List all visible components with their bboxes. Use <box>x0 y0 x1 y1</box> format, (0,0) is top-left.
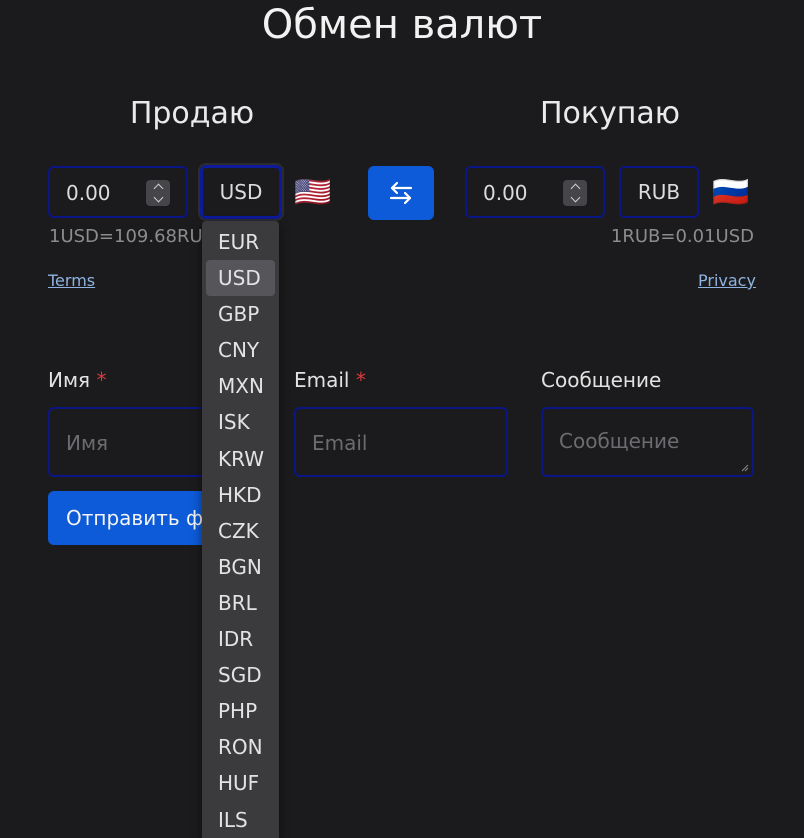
buy-rate: 1RUB=0.01USD <box>610 226 754 247</box>
chevron-down-icon[interactable] <box>570 192 580 203</box>
message-label: Сообщение <box>541 368 662 392</box>
buy-amount-input[interactable]: 0.00 <box>465 166 605 218</box>
page-title: Обмен валют <box>261 2 543 48</box>
currency-option-ils[interactable]: ILS <box>206 802 275 838</box>
message-textarea[interactable]: Сообщение <box>541 407 754 477</box>
email-label-text: Email <box>294 368 350 392</box>
us-flag-icon: 🇺🇸 <box>294 175 332 210</box>
name-label: Имя * <box>48 368 106 392</box>
sell-heading: Продаю <box>129 96 255 131</box>
sell-amount-spinner[interactable] <box>146 180 170 206</box>
currency-option-czk[interactable]: CZK <box>206 513 275 549</box>
privacy-link[interactable]: Privacy <box>698 271 756 290</box>
ru-flag-icon: 🇷🇺 <box>712 175 750 210</box>
currency-option-php[interactable]: PHP <box>206 693 275 729</box>
currency-option-eur[interactable]: EUR <box>206 224 275 260</box>
currency-option-sgd[interactable]: SGD <box>206 657 275 693</box>
email-label: Email * <box>294 368 366 392</box>
currency-option-brl[interactable]: BRL <box>206 585 275 621</box>
sell-currency-select[interactable]: USD <box>198 163 284 221</box>
currency-option-idr[interactable]: IDR <box>206 621 275 657</box>
buy-heading: Покупаю <box>539 96 681 131</box>
currency-option-ron[interactable]: RON <box>206 729 275 765</box>
chevron-down-icon[interactable] <box>153 192 163 203</box>
currency-option-hkd[interactable]: HKD <box>206 477 275 513</box>
buy-currency-select[interactable]: RUB <box>619 166 699 218</box>
currency-dropdown-list[interactable]: EUR USD GBP CNY MXN ISK KRW HKD CZK BGN BRL IDR SGD P… <box>202 221 279 838</box>
email-placeholder: Email <box>312 431 368 455</box>
currency-option-gbp[interactable]: GBP <box>206 296 275 332</box>
currency-option-bgn[interactable]: BGN <box>206 549 275 585</box>
resize-handle-icon[interactable] <box>739 462 749 472</box>
swap-currencies-button[interactable] <box>368 166 434 220</box>
required-marker: * <box>96 368 107 392</box>
currency-option-mxn[interactable]: MXN <box>206 368 275 404</box>
email-field[interactable]: Email <box>294 407 508 477</box>
swap-arrows-icon <box>389 181 413 205</box>
name-placeholder: Имя <box>66 431 109 455</box>
required-marker: * <box>355 368 366 392</box>
terms-link[interactable]: Terms <box>48 271 95 290</box>
buy-amount-spinner[interactable] <box>563 180 587 206</box>
currency-option-usd[interactable]: USD <box>206 260 275 297</box>
name-label-text: Имя <box>48 368 91 392</box>
sell-amount-input[interactable]: 0.00 <box>48 166 188 218</box>
message-placeholder: Сообщение <box>559 429 680 453</box>
buy-amount-value: 0.00 <box>483 181 528 205</box>
currency-option-huf[interactable]: HUF <box>206 765 275 801</box>
sell-amount-value: 0.00 <box>66 181 111 205</box>
sell-rate: 1USD=109.68RUB <box>49 226 216 247</box>
currency-option-cny[interactable]: CNY <box>206 332 275 368</box>
currency-option-krw[interactable]: KRW <box>206 441 275 477</box>
currency-option-isk[interactable]: ISK <box>206 404 275 440</box>
